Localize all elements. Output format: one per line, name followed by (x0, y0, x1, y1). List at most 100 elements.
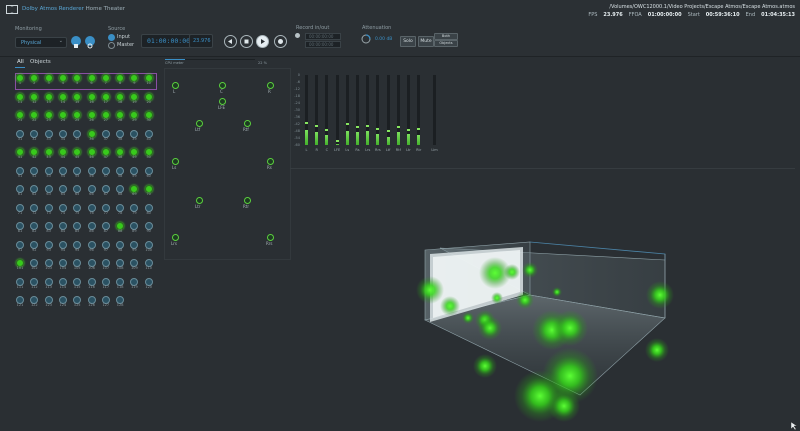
object-cell[interactable]: 116 (87, 277, 97, 290)
object-cell[interactable]: 46 (87, 148, 97, 160)
object-cell[interactable]: 28 (115, 111, 125, 123)
monitor-settings-button[interactable] (85, 36, 95, 49)
record-in-field[interactable]: 00:00:00:00 (305, 33, 341, 40)
object-cell[interactable]: 61 (15, 185, 25, 197)
object-cell[interactable]: 125 (72, 296, 82, 308)
object-cell[interactable]: 128 (115, 296, 125, 308)
object-cell[interactable]: 65 (72, 185, 82, 197)
object-cell[interactable]: 41 (15, 148, 25, 160)
object-cell[interactable]: 4 (58, 74, 68, 86)
attenuation-knob-icon[interactable] (361, 34, 371, 44)
object-cell[interactable]: 13 (44, 92, 54, 105)
object-cell[interactable]: 33 (44, 129, 54, 142)
object-cell[interactable]: 76 (87, 203, 97, 216)
object-cell[interactable]: 104 (58, 259, 68, 271)
object-cell[interactable]: 54 (58, 166, 68, 179)
object-cell[interactable]: 117 (101, 277, 111, 290)
object-cell[interactable]: 35 (72, 129, 82, 142)
object-cell[interactable]: 106 (87, 259, 97, 271)
object-cell[interactable]: 74 (58, 203, 68, 216)
object-cell[interactable]: 24 (58, 111, 68, 123)
solo-button[interactable]: Solo (400, 36, 416, 47)
object-cell[interactable]: 56 (87, 166, 97, 179)
object-cell[interactable]: 16 (87, 92, 97, 105)
object-cell[interactable]: 107 (101, 259, 111, 271)
object-cell[interactable]: 26 (87, 111, 97, 123)
objects-button[interactable]: Objects (434, 40, 458, 47)
room-3d-view[interactable] (290, 170, 795, 428)
object-cell[interactable]: 55 (72, 166, 82, 179)
object-cell[interactable]: 101 (15, 259, 25, 271)
object-cell[interactable]: 75 (72, 203, 82, 216)
object-cell[interactable]: 94 (58, 240, 68, 253)
object-cell[interactable]: 114 (58, 277, 68, 290)
object-cell[interactable]: 95 (72, 240, 82, 253)
object-cell[interactable]: 73 (44, 203, 54, 216)
object-cell[interactable]: 126 (87, 296, 97, 308)
object-cell[interactable]: 105 (72, 259, 82, 271)
object-cell[interactable]: 15 (72, 92, 82, 105)
object-cell[interactable]: 44 (58, 148, 68, 160)
object-cell[interactable]: 99 (129, 240, 139, 253)
object-cell[interactable]: 59 (129, 166, 139, 179)
object-cell[interactable]: 89 (129, 222, 139, 234)
object-cell[interactable]: 127 (101, 296, 111, 308)
object-cell[interactable]: 20 (144, 92, 154, 105)
object-cell[interactable]: 97 (101, 240, 111, 253)
object-cell[interactable]: 17 (101, 92, 111, 105)
object-cell[interactable]: 112 (29, 277, 39, 290)
object-cell[interactable]: 81 (15, 222, 25, 234)
object-cell[interactable]: 87 (101, 222, 111, 234)
monitor-config-button[interactable] (71, 36, 81, 48)
object-cell[interactable]: 8 (115, 74, 125, 86)
object-cell[interactable]: 68 (115, 185, 125, 197)
object-cell[interactable]: 19 (129, 92, 139, 105)
object-cell[interactable]: 109 (129, 259, 139, 271)
object-cell[interactable]: 102 (29, 259, 39, 271)
object-cell[interactable]: 18 (115, 92, 125, 105)
object-cell[interactable]: 42 (29, 148, 39, 160)
both-button[interactable]: Both (434, 33, 458, 40)
object-cell[interactable]: 9 (129, 74, 139, 86)
object-cell[interactable]: 64 (58, 185, 68, 197)
source-input-radio[interactable] (108, 34, 115, 41)
object-cell[interactable]: 79 (129, 203, 139, 216)
object-cell[interactable]: 67 (101, 185, 111, 197)
tab-objects[interactable]: Objects (30, 59, 51, 65)
object-cell[interactable]: 22 (29, 111, 39, 123)
record-out-field[interactable]: 00:00:00:00 (305, 41, 341, 48)
stop-button[interactable] (240, 35, 253, 48)
object-cell[interactable]: 7 (101, 74, 111, 86)
object-cell[interactable]: 63 (44, 185, 54, 197)
object-cell[interactable]: 110 (144, 259, 154, 271)
object-cell[interactable]: 25 (72, 111, 82, 123)
object-cell[interactable]: 108 (115, 259, 125, 271)
object-cell[interactable]: 121 (15, 296, 25, 308)
object-cell[interactable]: 98 (115, 240, 125, 253)
object-cell[interactable]: 91 (15, 240, 25, 253)
object-cell[interactable]: 119 (129, 277, 139, 290)
object-cell[interactable]: 50 (144, 148, 154, 160)
object-cell[interactable]: 88 (115, 222, 125, 234)
object-cell[interactable]: 52 (29, 166, 39, 179)
object-cell[interactable]: 53 (44, 166, 54, 179)
object-cell[interactable]: 58 (115, 166, 125, 179)
object-cell[interactable]: 86 (87, 222, 97, 234)
object-cell[interactable]: 62 (29, 185, 39, 197)
play-button[interactable] (256, 35, 269, 48)
object-cell[interactable]: 70 (144, 185, 154, 197)
object-cell[interactable]: 77 (101, 203, 111, 216)
object-cell[interactable]: 27 (101, 111, 111, 123)
object-cell[interactable]: 39 (129, 129, 139, 142)
object-cell[interactable]: 69 (129, 185, 139, 197)
object-cell[interactable]: 123 (44, 296, 54, 308)
object-cell[interactable]: 80 (144, 203, 154, 216)
object-cell[interactable]: 32 (29, 129, 39, 142)
object-cell[interactable]: 6 (87, 74, 97, 86)
mute-button[interactable]: Mute (418, 36, 434, 47)
object-cell[interactable]: 115 (72, 277, 82, 290)
object-cell[interactable]: 10 (144, 74, 154, 86)
object-cell[interactable]: 51 (15, 166, 25, 179)
source-master-radio[interactable] (108, 42, 115, 49)
object-cell[interactable]: 23 (44, 111, 54, 123)
